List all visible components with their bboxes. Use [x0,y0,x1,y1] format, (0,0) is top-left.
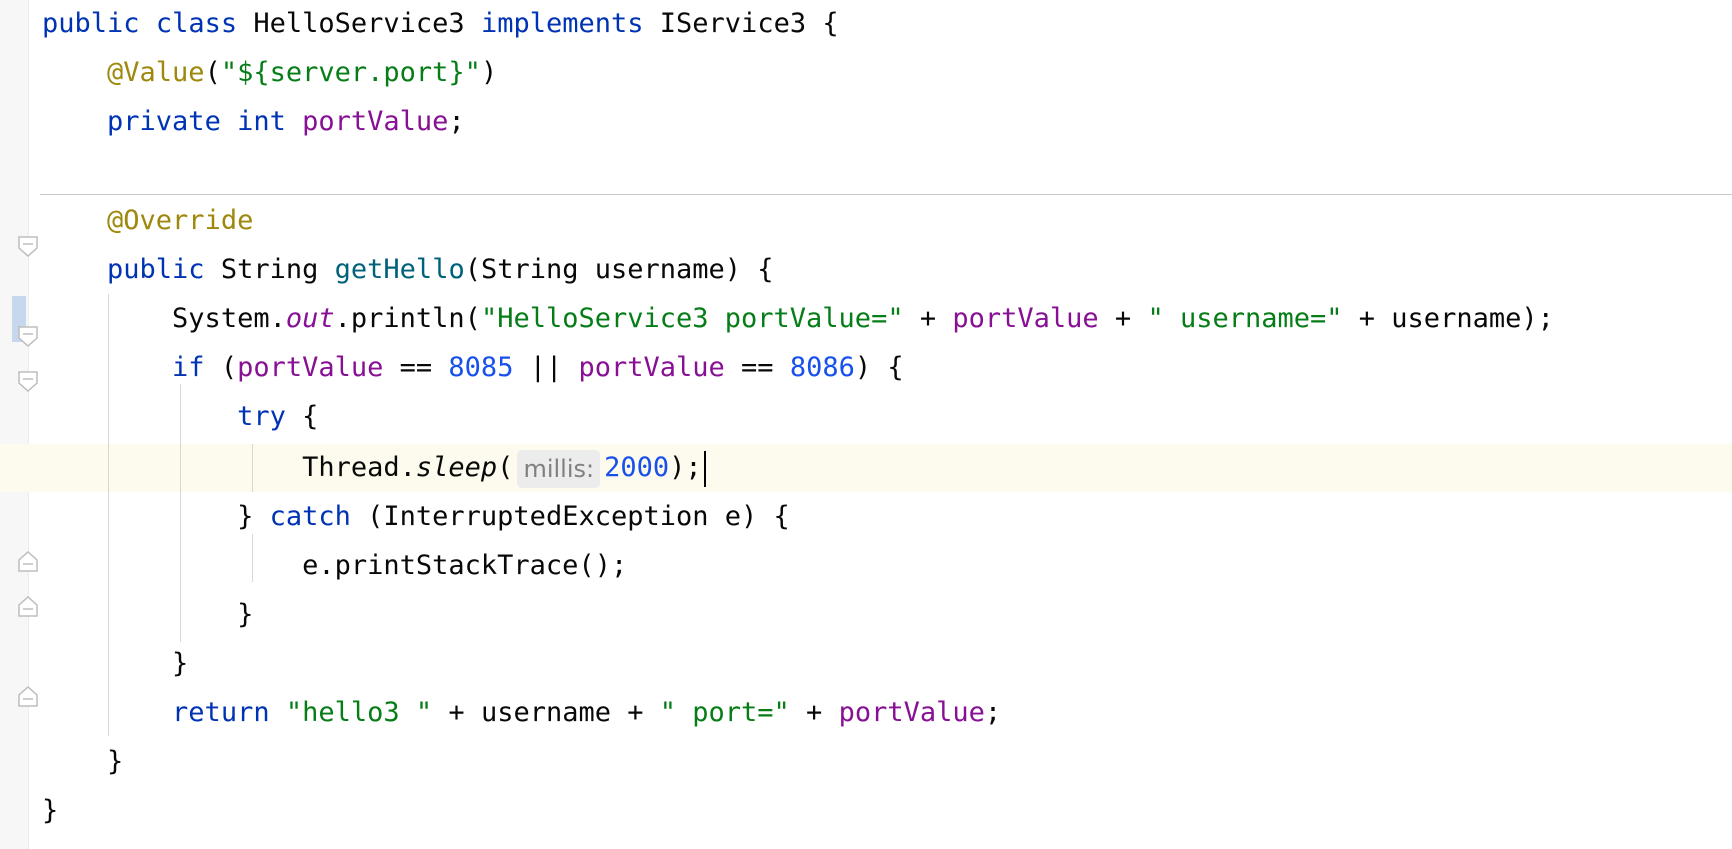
static-field: out [285,303,335,334]
annotation: @Override [107,205,254,236]
editor-gutter [0,0,38,849]
paren: ( [497,452,514,483]
operator: + [903,303,953,334]
operator: || [513,352,579,383]
code-line-override[interactable]: @Override [42,197,253,245]
code-text: ); [669,452,702,483]
params: (String username) { [464,254,774,285]
field-ref: portValue [578,352,725,383]
code-text: Thread. [302,452,416,483]
code-line-return[interactable]: return "hello3 " + username + " port=" +… [42,689,1001,737]
code-text: + username); [1342,303,1554,334]
keyword: if [172,352,205,383]
brace: { [285,401,319,432]
fold-collapse-icon[interactable] [18,326,38,348]
code-line-class-decl[interactable]: public class HelloService3 implements IS… [42,0,839,48]
code-text: e.printStackTrace(); [302,550,628,581]
fold-collapse-icon[interactable] [18,371,38,393]
code-line-catch[interactable]: } catch (InterruptedException e) { [42,493,790,541]
code-line-if[interactable]: if (portValue == 8085 || portValue == 80… [42,344,904,392]
annotation: @Value [107,57,205,88]
code-line-value-annotation[interactable]: @Value("${server.port}") [42,49,497,97]
field-name: portValue [302,106,449,137]
brace: } [107,746,124,777]
operator: + [789,697,839,728]
parameter-hint: millis: [517,449,601,488]
code-text: + username + [432,697,660,728]
operator: == [383,352,449,383]
keyword: try [237,401,286,432]
brace: } [172,648,189,679]
paren: ( [204,352,238,383]
string-literal: "hello3 " [285,697,433,728]
code-line-print-stack[interactable]: e.printStackTrace(); [42,542,627,590]
code-line-println[interactable]: System.out.println("HelloService3 portVa… [42,295,1554,343]
paren: ) { [854,352,904,383]
code-editor[interactable]: public class HelloService3 implements IS… [0,0,1732,849]
semicolon: ; [984,697,1002,728]
string-literal: " username=" [1147,303,1343,334]
number-literal: 8085 [448,352,514,383]
brace: } [237,599,254,630]
operator: + [1098,303,1148,334]
number-literal: 8086 [789,352,855,383]
text-caret [703,450,706,487]
semicolon: ; [448,106,465,137]
type-name: String [220,254,319,285]
code-line-close-class[interactable]: } [42,787,58,835]
code-line-method-decl[interactable]: public String getHello(String username) … [42,246,774,294]
code-line-try[interactable]: try { [42,393,318,441]
keyword: public [42,8,140,39]
string-literal: " port=" [659,697,790,728]
code-line-close-method[interactable]: } [42,738,123,786]
paren: ( [204,57,221,88]
code-line-field-decl[interactable]: private int portValue; [42,98,465,146]
fold-end-icon[interactable] [18,550,38,572]
string-literal: "${server.port}" [220,57,481,88]
interface-name: IService3 [659,8,807,39]
brace: } [237,501,270,532]
class-name: HelloService3 [253,8,465,39]
code-line-sleep[interactable]: Thread.sleep(millis: 2000); [42,444,706,492]
field-ref: portValue [237,352,384,383]
code-text: System. [172,303,286,334]
fold-collapse-icon[interactable] [18,236,38,258]
code-line-close-if[interactable]: } [42,640,188,688]
keyword: catch [269,501,351,532]
string-literal: "HelloService3 portValue=" [480,303,904,334]
code-text: .println( [334,303,481,334]
brace: } [42,795,59,826]
operator: == [724,352,790,383]
method-separator [40,194,1732,195]
field-ref: portValue [952,303,1099,334]
paren: ) [480,57,498,88]
brace: { [822,8,839,39]
keyword: public [107,254,205,285]
method-name: getHello [334,254,465,285]
code-line-close-catch[interactable]: } [42,591,253,639]
keyword: private [107,106,221,137]
static-method: sleep [415,452,498,483]
number-literal: 2000 [604,452,670,483]
keyword: implements [480,8,644,39]
field-ref: portValue [838,697,985,728]
keyword: class [155,8,238,39]
code-text: (InterruptedException e) { [350,501,790,532]
fold-end-icon[interactable] [18,595,38,617]
keyword: return [172,697,270,728]
fold-end-icon[interactable] [18,685,38,707]
keyword: int [237,106,286,137]
